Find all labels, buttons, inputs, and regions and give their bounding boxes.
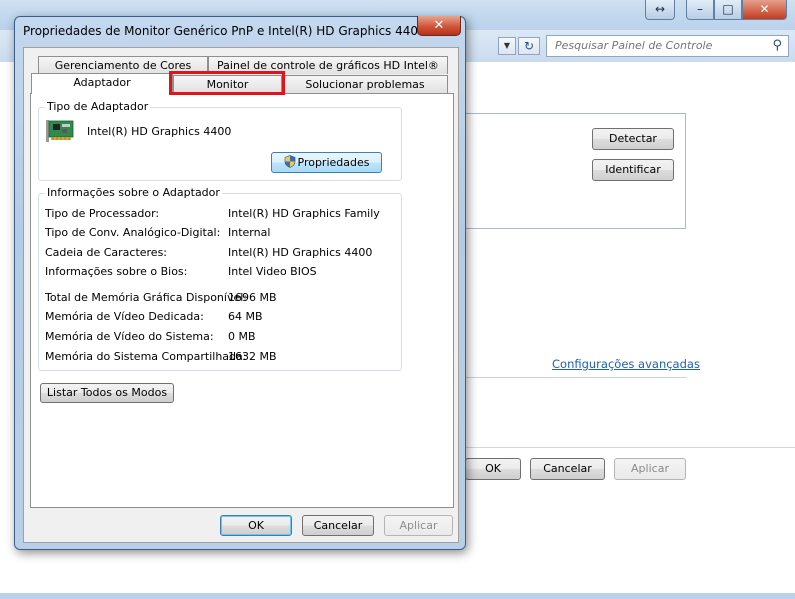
memory-row-dedicated: Memória de Vídeo Dedicada: 64 MB [45, 310, 397, 324]
dialog-body: Gerenciamento de Cores Painel de control… [23, 47, 459, 543]
adapter-type-legend: Tipo de Adaptador [45, 100, 151, 113]
tab-troubleshoot[interactable]: Solucionar problemas [282, 75, 448, 93]
adapter-name: Intel(R) HD Graphics 4400 [87, 125, 232, 138]
identify-button[interactable]: Identificar [592, 159, 674, 181]
advanced-settings-link[interactable]: Configurações avançadas [552, 357, 700, 371]
dialog-close-button[interactable]: ✕ [417, 16, 461, 36]
search-box[interactable]: ⚲ [546, 35, 789, 57]
detect-button[interactable]: Detectar [592, 128, 674, 150]
info-label: Tipo de Conv. Analógico-Digital: [45, 226, 221, 239]
minimize-button[interactable]: – [686, 0, 714, 20]
info-value: Intel Video BIOS [228, 265, 317, 278]
list-all-modes-button[interactable]: Listar Todos os Modos [40, 383, 174, 403]
memory-label: Memória do Sistema Compartilhada: [45, 350, 247, 363]
dialog-title: Propriedades de Monitor Genérico PnP e I… [23, 24, 426, 38]
memory-value: 1696 MB [228, 291, 277, 304]
properties-dialog: Propriedades de Monitor Genérico PnP e I… [14, 16, 466, 550]
memory-label: Total de Memória Gráfica Disponível: [45, 291, 247, 304]
search-input[interactable] [555, 39, 755, 52]
adapter-type-group: Tipo de Adaptador Intel(R) HD Graphics 4… [38, 100, 402, 181]
ok-button[interactable]: OK [220, 515, 292, 536]
monitor-tab-highlight [169, 71, 285, 95]
memory-row-shared: Memória do Sistema Compartilhada: 1632 M… [45, 350, 397, 364]
search-icon[interactable]: ⚲ [772, 38, 782, 53]
memory-value: 1632 MB [228, 350, 277, 363]
maximize-button[interactable]: □ [714, 0, 742, 20]
adapter-info-legend: Informações sobre o Adaptador [45, 186, 222, 199]
bg-apply-button: Aplicar [614, 458, 686, 480]
info-value: Intel(R) HD Graphics 4400 [228, 246, 373, 259]
info-value: Intel(R) HD Graphics Family [228, 207, 380, 220]
tab-adapter[interactable]: Adaptador [31, 73, 173, 94]
adapter-tab-page: Tipo de Adaptador Intel(R) HD Graphics 4… [30, 93, 454, 508]
graphics-card-icon [46, 120, 74, 142]
memory-label: Memória de Vídeo do Sistema: [45, 330, 214, 343]
resize-arrows-icon[interactable]: ↔ [645, 0, 675, 20]
address-dropdown-icon[interactable]: ▼ [498, 37, 516, 55]
memory-label: Memória de Vídeo Dedicada: [45, 310, 204, 323]
apply-button: Aplicar [384, 515, 453, 536]
bg-cancel-button[interactable]: Cancelar [530, 458, 605, 480]
adapter-info-group: Informações sobre o Adaptador Tipo de Pr… [38, 186, 402, 371]
uac-shield-icon [284, 155, 295, 168]
memory-row-system: Memória de Vídeo do Sistema: 0 MB [45, 330, 397, 344]
info-row-dac: Tipo de Conv. Analógico-Digital: Interna… [45, 226, 397, 240]
properties-button[interactable]: Propriedades [271, 152, 382, 173]
bg-ok-button[interactable]: OK [465, 458, 521, 480]
memory-row-total: Total de Memória Gráfica Disponível: 169… [45, 291, 397, 305]
info-row-bios: Informações sobre o Bios: Intel Video BI… [45, 265, 397, 279]
info-label: Cadeia de Caracteres: [45, 246, 168, 259]
window-bottom-border [0, 593, 795, 599]
memory-value: 0 MB [228, 330, 256, 343]
refresh-icon[interactable]: ↻ [518, 37, 540, 55]
info-row-processor: Tipo de Processador: Intel(R) HD Graphic… [45, 207, 397, 221]
info-label: Tipo de Processador: [45, 207, 160, 220]
properties-button-label: Propriedades [297, 156, 370, 169]
info-value: Internal [228, 226, 271, 239]
info-label: Informações sobre o Bios: [45, 265, 188, 278]
info-row-string: Cadeia de Caracteres: Intel(R) HD Graphi… [45, 246, 397, 260]
memory-value: 64 MB [228, 310, 263, 323]
window-close-button[interactable]: ✕ [742, 0, 787, 20]
cancel-button[interactable]: Cancelar [302, 515, 374, 536]
footer-divider [420, 447, 795, 448]
